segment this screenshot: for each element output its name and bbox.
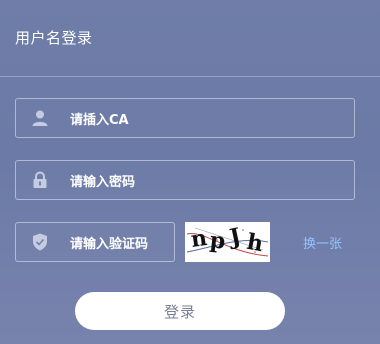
password-field[interactable]: 请输入密码 [15,160,355,200]
captcha-char: n [189,225,209,253]
captcha-image[interactable]: n p J h [185,222,270,262]
header-divider [0,76,380,77]
login-button[interactable]: 登录 [75,292,285,330]
ca-field-label: 请插入CA [70,112,129,128]
user-icon [16,98,64,138]
refresh-captcha-link[interactable]: 换一张 [303,233,342,252]
login-panel: 用户名登录 请插入CA 请输入密码 请输入验证码 n p J h 换一张 登录 [0,0,380,344]
shield-icon [16,222,64,262]
captcha-field[interactable]: 请输入验证码 [15,222,175,262]
captcha-char: p [208,227,227,255]
captcha-field-label: 请输入验证码 [70,236,149,252]
password-field-label: 请输入密码 [70,174,136,190]
page-title: 用户名登录 [15,29,93,47]
lock-icon [16,160,64,200]
ca-field[interactable]: 请插入CA [15,98,355,138]
